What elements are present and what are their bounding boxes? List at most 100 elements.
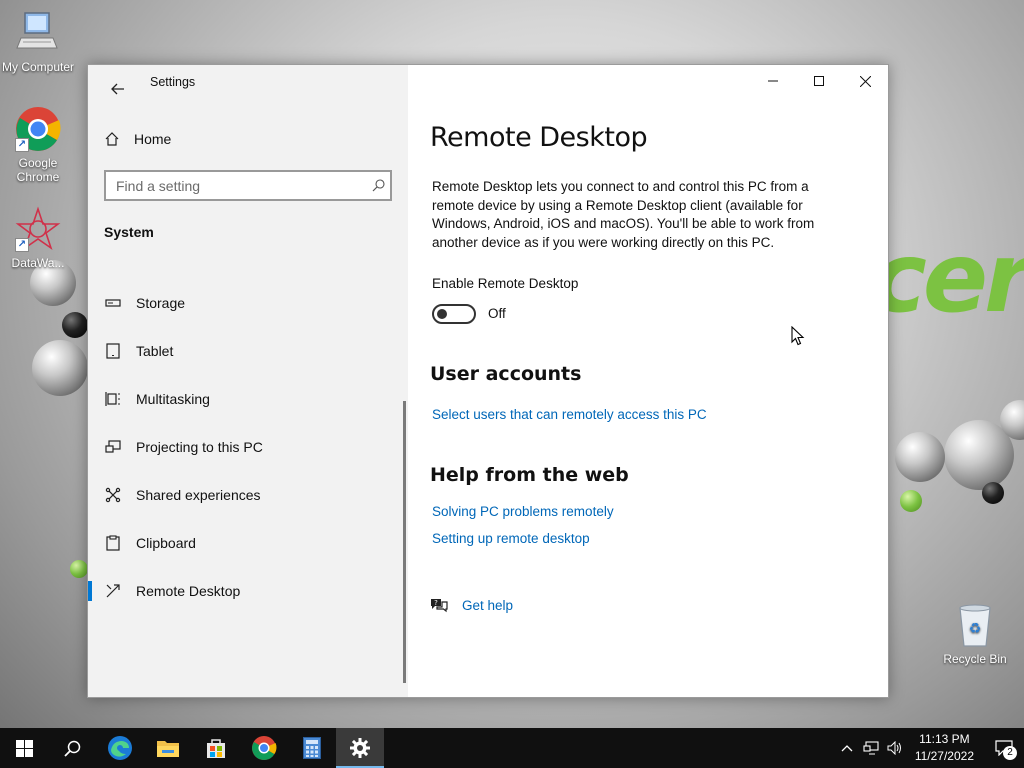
desktop-icon-recycle-bin[interactable]: ♻ Recycle Bin (937, 602, 1013, 666)
datawarehouse-icon: ↗ (15, 206, 61, 252)
clock-date: 11/27/2022 (914, 749, 974, 763)
help-from-web-heading: Help from the web (430, 464, 629, 486)
taskbar-search-button[interactable] (48, 728, 96, 768)
wallpaper-orb (62, 312, 88, 338)
computer-icon (15, 10, 61, 56)
sidebar-nav: Storage Tablet Multitasking Projecting t… (88, 279, 408, 615)
sidebar-item-label: Multitasking (136, 391, 210, 407)
taskbar-clock[interactable]: 11:13 PM 11/27/2022 (915, 731, 974, 765)
sidebar-item-label: Home (134, 131, 172, 147)
taskbar-chrome[interactable] (240, 728, 288, 768)
desktop-icon-label: My Computer (1, 60, 75, 74)
sidebar-item-shared-experiences[interactable]: Shared experiences (88, 471, 408, 519)
setting-up-remote-desktop-link[interactable]: Setting up remote desktop (432, 531, 590, 546)
get-help-row: ? Get help (430, 597, 513, 613)
settings-content: Remote Desktop Remote Desktop lets you c… (408, 65, 888, 697)
shortcut-arrow-icon: ↗ (15, 138, 29, 152)
sidebar-item-label: Clipboard (136, 535, 196, 551)
volume-button[interactable] (883, 728, 907, 768)
page-title: Remote Desktop (430, 122, 648, 153)
desktop-icon-google-chrome[interactable]: ↗ Google Chrome (0, 106, 76, 184)
start-button[interactable] (0, 728, 48, 768)
taskbar-file-explorer[interactable] (144, 728, 192, 768)
sidebar-item-tablet[interactable]: Tablet (88, 327, 408, 375)
sidebar-item-label: Storage (136, 295, 186, 311)
wallpaper-orb (900, 490, 922, 512)
store-icon (207, 739, 225, 758)
sidebar-item-clipboard[interactable]: Clipboard (88, 519, 408, 567)
toggle-state-text: Off (488, 306, 506, 321)
search-box (104, 170, 392, 201)
user-accounts-heading: User accounts (430, 363, 582, 385)
find-setting-input[interactable] (106, 177, 366, 194)
sidebar-section-title: System (104, 224, 154, 240)
calculator-icon (303, 737, 321, 759)
search-icon (63, 740, 80, 757)
wallpaper-orb (70, 560, 88, 578)
taskbar-store[interactable] (192, 728, 240, 768)
sidebar-item-projecting[interactable]: Projecting to this PC (88, 423, 408, 471)
recycle-bin-icon: ♻ (952, 602, 998, 648)
clock-time: 11:13 PM (919, 732, 970, 746)
back-arrow-icon (111, 83, 124, 95)
sidebar-item-label: Tablet (136, 343, 174, 359)
enable-remote-desktop-label: Enable Remote Desktop (432, 276, 579, 291)
taskbar: 11:13 PM 11/27/2022 2 (0, 728, 1024, 768)
sidebar-item-multitasking[interactable]: Multitasking (88, 375, 408, 423)
back-button[interactable] (102, 73, 134, 105)
action-center-button[interactable]: 2 (984, 728, 1024, 768)
wallpaper-brand-text: cer (870, 222, 1024, 334)
svg-text:?: ? (434, 599, 438, 607)
wallpaper-orb (895, 432, 945, 482)
windows-logo-icon (15, 739, 33, 757)
settings-sidebar: Settings Home System Storage (88, 65, 408, 697)
speaker-icon (887, 741, 901, 755)
gear-icon (350, 738, 370, 758)
tablet-icon (104, 342, 122, 360)
solving-pc-problems-link[interactable]: Solving PC problems remotely (432, 504, 614, 519)
wallpaper-orb (32, 340, 88, 396)
remote-desktop-icon (104, 582, 122, 600)
chrome-icon (252, 736, 277, 761)
sidebar-item-storage[interactable]: Storage (88, 279, 408, 327)
projecting-icon (104, 438, 122, 456)
desktop-icon-label: Recycle Bin (943, 652, 1007, 666)
multitasking-icon (104, 390, 122, 408)
network-icon (863, 741, 879, 755)
mouse-cursor-icon (791, 326, 805, 346)
search-icon[interactable] (366, 174, 390, 198)
desktop-icon-datawarehouse[interactable]: ↗ DataWa... (0, 206, 76, 270)
page-description: Remote Desktop lets you connect to and c… (432, 179, 815, 250)
chevron-up-icon (841, 745, 853, 752)
sidebar-item-label: Remote Desktop (136, 583, 241, 599)
svg-text:♻: ♻ (969, 621, 982, 637)
edge-icon (108, 736, 132, 760)
desktop-icon-my-computer[interactable]: My Computer (0, 10, 76, 74)
folder-icon (157, 741, 179, 757)
shortcut-arrow-icon: ↗ (15, 238, 29, 252)
wallpaper-orb (982, 482, 1004, 504)
toggle-knob (437, 309, 447, 319)
show-hidden-icons-button[interactable] (835, 728, 859, 768)
chrome-icon: ↗ (15, 106, 61, 152)
notification-count-badge: 2 (1003, 746, 1017, 760)
sidebar-item-home[interactable]: Home (104, 129, 171, 149)
network-button[interactable] (859, 728, 883, 768)
desktop-icon-label: Google Chrome (16, 156, 60, 184)
sidebar-scrollbar[interactable] (403, 401, 406, 683)
get-help-link[interactable]: Get help (462, 598, 513, 613)
taskbar-calculator[interactable] (288, 728, 336, 768)
system-tray: 11:13 PM 11/27/2022 2 (835, 728, 1024, 768)
home-icon (105, 132, 119, 146)
settings-window: Settings Home System Storage (87, 64, 889, 698)
taskbar-settings[interactable] (336, 728, 384, 768)
desktop-icon-label: DataWa... (11, 256, 65, 270)
clipboard-icon (104, 534, 122, 552)
shared-experiences-icon (104, 486, 122, 504)
storage-icon (104, 294, 122, 312)
enable-remote-desktop-toggle[interactable] (432, 304, 476, 324)
sidebar-item-remote-desktop[interactable]: Remote Desktop (88, 567, 408, 615)
taskbar-edge[interactable] (96, 728, 144, 768)
sidebar-item-label: Projecting to this PC (136, 439, 263, 455)
select-users-link[interactable]: Select users that can remotely access th… (432, 407, 707, 422)
